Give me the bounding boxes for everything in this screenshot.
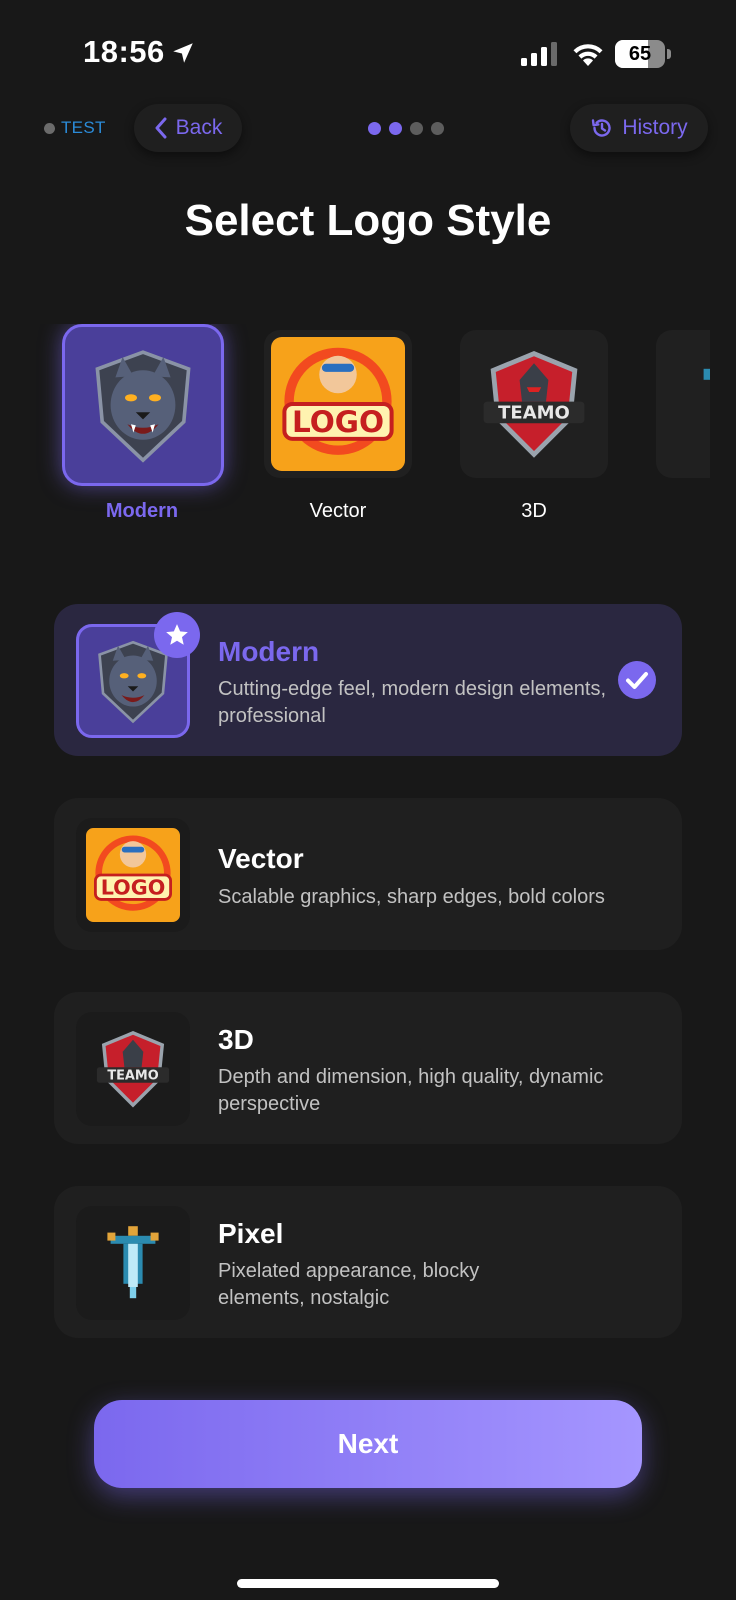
cellular-signal-icon (521, 42, 557, 66)
style-option-modern[interactable]: Modern Cutting-edge feel, modern design … (54, 604, 682, 756)
style-name: Pixel (218, 1218, 284, 1249)
check-circle-icon (618, 661, 656, 699)
style-name: Modern (218, 636, 320, 667)
teamo-shield-icon: TEAMO (96, 1031, 170, 1108)
environment-indicator: TEST (44, 118, 106, 138)
environment-dot (44, 122, 55, 134)
carousel-item-modern[interactable]: Modern (62, 324, 224, 534)
history-button[interactable]: History (570, 104, 708, 152)
battery-level: 65 (628, 43, 652, 65)
carousel-label: Modern (105, 500, 179, 522)
style-option-vector[interactable]: LOGO Vector Scalable graphics, sharp edg… (54, 798, 682, 950)
svg-text:TEAMO: TEAMO (498, 402, 570, 423)
page-title: Select Logo Style (184, 196, 552, 245)
panther-logo-icon (95, 350, 191, 463)
style-description: Cutting-edge feel, modern design element… (218, 678, 607, 727)
svg-text:LOGO: LOGO (292, 405, 384, 439)
history-clock-icon (592, 119, 612, 137)
back-label: Back (175, 116, 223, 139)
carousel-item-pixel[interactable]: Pixel (650, 324, 710, 534)
battery-icon: 65 (615, 40, 671, 68)
carousel-item-3d[interactable]: TEAMO 3D (454, 324, 614, 534)
carousel-label: 3D (521, 500, 547, 522)
status-time: 18:56 (83, 34, 165, 69)
svg-text:LOGO: LOGO (101, 876, 166, 900)
style-name: 3D (218, 1024, 254, 1055)
home-indicator (237, 1579, 499, 1588)
logo-badge-icon: LOGO (271, 337, 405, 471)
environment-label: TEST (61, 118, 106, 137)
progress-dot (410, 122, 423, 135)
location-arrow-icon (173, 43, 193, 63)
style-description: Depth and dimension, high quality, dynam… (218, 1066, 604, 1115)
featured-star-icon (154, 612, 200, 658)
logo-badge-icon: LOGO (86, 828, 180, 922)
pixel-sword-icon (107, 1226, 159, 1299)
style-carousel[interactable]: Modern LOGO Vector TEAMO 3D (0, 324, 710, 534)
progress-dot (368, 122, 381, 135)
next-button[interactable]: Next (94, 1400, 642, 1488)
step-progress (368, 122, 444, 135)
svg-text:TEAMO: TEAMO (107, 1068, 158, 1083)
style-option-3d[interactable]: TEAMO 3D Depth and dimension, high quali… (54, 992, 682, 1144)
carousel-label: Vector (309, 500, 367, 522)
chevron-left-icon (155, 117, 167, 139)
wifi-icon (573, 44, 603, 66)
progress-dot (431, 122, 444, 135)
carousel-item-vector[interactable]: LOGO Vector (258, 324, 418, 534)
status-bar: 18:56 65 (0, 0, 736, 100)
style-description: Pixelated appearance, blocky elements, n… (218, 1260, 480, 1309)
style-name: Vector (218, 843, 304, 874)
history-label: History (622, 116, 688, 139)
back-button[interactable]: Back (134, 104, 242, 152)
carousel-label: Pixel (650, 500, 710, 523)
progress-dot (389, 122, 402, 135)
logo-style-screen: 18:56 65 TEST Back History Select Logo S… (0, 0, 736, 1600)
style-description: Scalable graphics, sharp edges, bold col… (218, 886, 605, 908)
pixel-sword-icon (703, 368, 710, 380)
teamo-shield-icon: TEAMO (483, 351, 585, 458)
style-option-pixel[interactable]: Pixel Pixelated appearance, blocky eleme… (54, 1186, 682, 1338)
